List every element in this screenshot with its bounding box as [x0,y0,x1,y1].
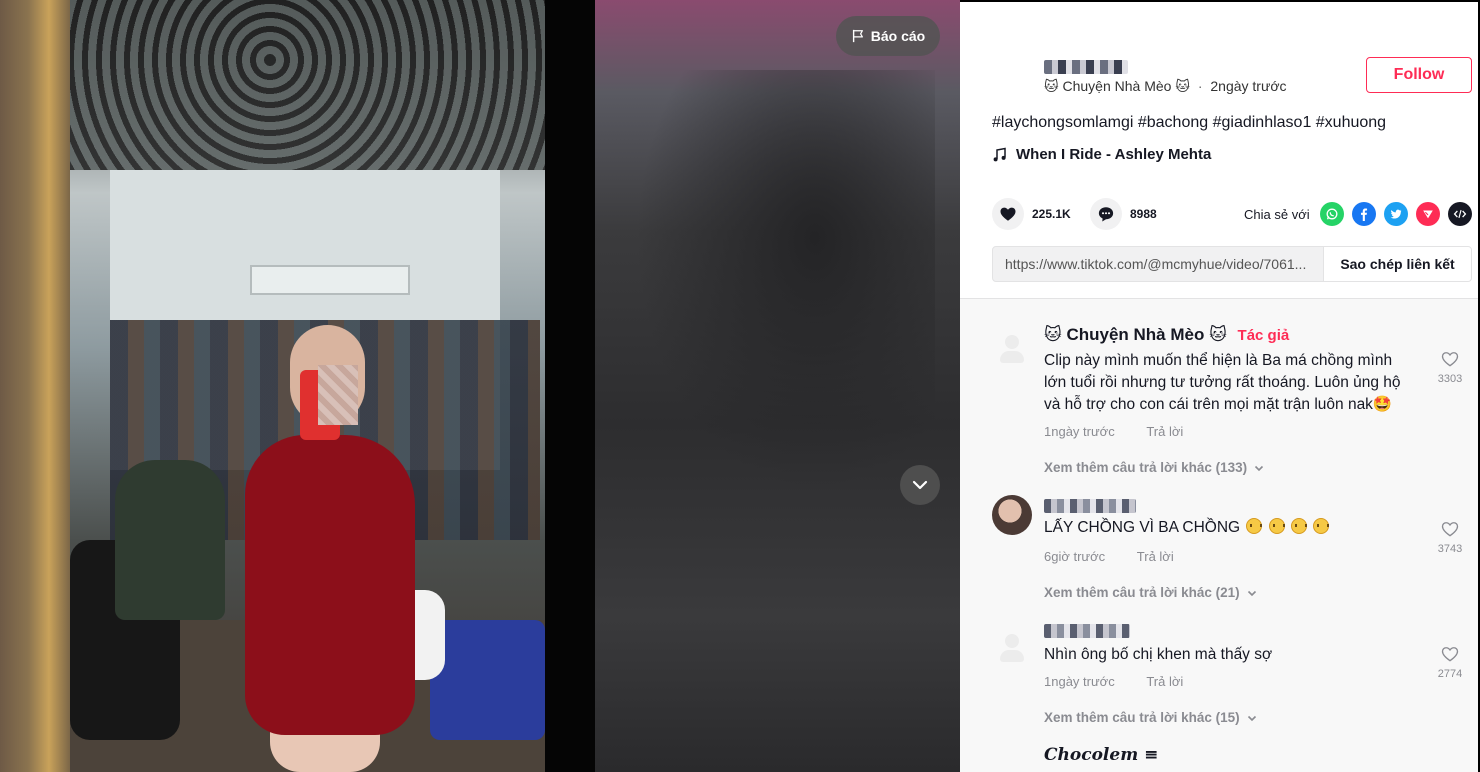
author-username-blurred[interactable] [1044,60,1128,74]
comment-meta: 6giờ trước Trả lời [1044,549,1174,564]
scene-man [115,460,225,620]
telegram-share-button[interactable] [1416,202,1440,226]
music-link[interactable]: When I Ride - Ashley Mehta [992,146,1211,163]
comment-avatar[interactable] [992,495,1032,535]
comment-text: Clip này mình muốn thể hiện là Ba má chồ… [1044,352,1401,413]
comment-meta: 1ngày trước Trả lời [1044,424,1183,439]
comment-author-name[interactable]: 𝑪𝒉𝒐𝒄𝒐𝒍𝒆𝒎 ≡ [1044,745,1158,765]
flag-icon [852,29,863,43]
chevron-down-icon [912,480,928,490]
scene-ceiling-tires [70,0,545,170]
report-label: Báo cáo [870,28,926,44]
scene-window [250,265,410,295]
comment-like-count: 3743 [1437,543,1463,555]
heart-outline-icon [1441,647,1459,662]
author-badge: Tác giả [1237,327,1290,344]
author-header: 🐱 Chuyện Nhà Mèo 🐱 · 2ngày trước Follow … [960,2,1478,302]
reply-button[interactable]: Trả lời [1146,424,1183,439]
whatsapp-icon [1326,208,1338,220]
separator: · [1197,78,1203,94]
video-player[interactable]: Báo cáo [0,0,960,772]
emoji-icon [1268,518,1285,534]
chevron-down-icon [1255,465,1264,471]
heart-icon [1000,207,1016,221]
author-nickname[interactable]: 🐱 Chuyện Nhà Mèo 🐱 [1044,78,1190,94]
heart-outline-icon [1441,352,1459,367]
heart-outline-icon [1441,522,1459,537]
comment-text-line: LẤY CHỒNG VÌ BA CHỒNG [1044,517,1414,539]
scene-red-dress [245,435,415,735]
follow-button[interactable]: Follow [1366,57,1472,93]
comments-section[interactable]: 🐱 Chuyện Nhà Mèo 🐱 Tác giả Clip này mình… [960,298,1478,772]
comment-author-name: 🐱 Chuyện Nhà Mèo 🐱 [1044,325,1227,344]
chevron-down-icon [1247,590,1256,596]
whatsapp-share-button[interactable] [1320,202,1344,226]
author-avatar[interactable] [992,54,1032,94]
emoji-icon [1291,518,1308,534]
embed-share-button[interactable] [1448,202,1472,226]
embed-icon [1453,209,1467,219]
share-label: Chia sẻ với [1244,207,1310,222]
detail-panel: 🐱 Chuyện Nhà Mèo 🐱 · 2ngày trước Follow … [960,0,1480,772]
copy-link-button[interactable]: Sao chép liên kết [1323,247,1471,281]
facebook-icon [1361,208,1368,221]
music-title: When I Ride - Ashley Mehta [1016,146,1212,163]
video-letterbox [545,0,595,772]
telegram-icon [1423,210,1433,219]
emoji-icon [1313,518,1330,534]
comment-like[interactable]: 3303 [1432,349,1468,385]
video-link-box: https://www.tiktok.com/@mcmyhue/video/70… [992,246,1472,282]
comment-author-blurred[interactable] [1044,624,1130,638]
comment-stat[interactable]: 8988 [1090,198,1157,230]
comment-time: 1ngày trước [1044,674,1115,689]
comment-like[interactable]: 3743 [1432,519,1468,555]
view-more-replies[interactable]: Xem thêm câu trả lời khác (133) [1044,460,1265,475]
comment-like-count: 2774 [1437,668,1463,680]
reply-button[interactable]: Trả lời [1146,674,1183,689]
comment-icon [1098,207,1114,222]
view-more-replies-label: Xem thêm câu trả lời khác (15) [1044,710,1240,725]
video-blurred-background [595,0,960,772]
like-stat[interactable]: 225.1K [992,198,1071,230]
comment-time: 1ngày trước [1044,424,1115,439]
comment-text: LẤY CHỒNG VÌ BA CHỒNG [1044,519,1241,536]
comment-time: 6giờ trước [1044,549,1106,564]
comment-like[interactable]: 2774 [1432,644,1468,680]
view-more-replies-label: Xem thêm câu trả lời khác (21) [1044,585,1240,600]
report-button[interactable]: Báo cáo [836,16,940,56]
face-mosaic [318,365,358,425]
comment-button[interactable] [1090,198,1122,230]
scene-blue-chair [430,620,545,740]
twitter-icon [1390,209,1402,219]
comment-count: 8988 [1130,207,1157,221]
next-video-button[interactable] [900,465,940,505]
comment-avatar[interactable] [992,628,1032,668]
video-frame[interactable] [0,0,545,772]
like-count: 225.1K [1032,207,1071,221]
music-note-icon [993,147,1006,161]
post-time: 2ngày trước [1210,78,1287,94]
scene-door [0,0,70,772]
emoji-icon [1246,518,1263,534]
comment-like-count: 3303 [1437,373,1463,385]
comment-avatar[interactable] [992,329,1032,369]
video-link[interactable]: https://www.tiktok.com/@mcmyhue/video/70… [993,247,1323,281]
chevron-down-icon [1247,715,1256,721]
author-meta: 🐱 Chuyện Nhà Mèo 🐱 · 2ngày trước [1044,78,1287,95]
view-more-replies[interactable]: Xem thêm câu trả lời khác (15) [1044,710,1258,725]
comment-author[interactable]: 🐱 Chuyện Nhà Mèo 🐱 Tác giả [1044,325,1289,345]
view-more-replies-label: Xem thêm câu trả lời khác (133) [1044,460,1248,475]
comment-text: Nhìn ông bố chị khen mà thấy sợ [1044,646,1273,663]
comment-meta: 1ngày trước Trả lời [1044,674,1183,689]
reply-button[interactable]: Trả lời [1137,549,1174,564]
like-button[interactable] [992,198,1024,230]
comment-author-blurred[interactable] [1044,499,1136,513]
facebook-share-button[interactable] [1352,202,1376,226]
view-more-replies[interactable]: Xem thêm câu trả lời khác (21) [1044,585,1258,600]
video-caption[interactable]: #laychongsomlamgi #bachong #giadinhlaso1… [992,114,1386,132]
twitter-share-button[interactable] [1384,202,1408,226]
